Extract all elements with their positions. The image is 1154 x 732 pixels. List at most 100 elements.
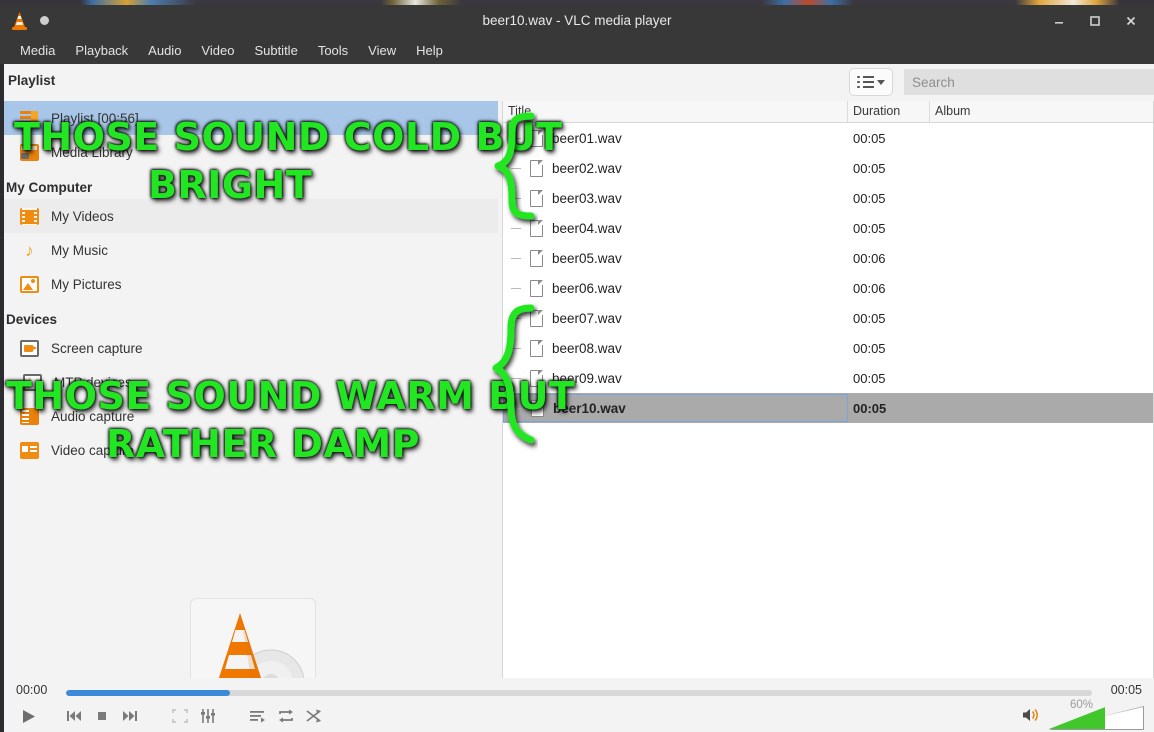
minimize-button[interactable]: [1051, 13, 1067, 29]
table-row[interactable]: beer02.wav 00:05: [503, 153, 1153, 183]
menu-playback[interactable]: Playback: [65, 40, 138, 61]
next-button[interactable]: [116, 703, 144, 729]
search-input[interactable]: [904, 69, 1154, 95]
row-duration: 00:05: [853, 400, 887, 416]
media-library-icon: [20, 143, 39, 161]
volume-slider[interactable]: 60%: [1048, 699, 1144, 730]
volume-area: 60%: [1022, 699, 1144, 730]
loop-button[interactable]: [272, 703, 300, 729]
menu-view[interactable]: View: [358, 40, 406, 61]
row-duration: 00:05: [853, 160, 886, 176]
record-dot-icon: [40, 16, 49, 25]
window-controls: [1051, 13, 1154, 29]
sidebar: Playlist [00:56] Media Library My Comput…: [4, 101, 498, 732]
sidebar-item-mtp-devices[interactable]: MTP devices: [4, 365, 498, 399]
menu-help[interactable]: Help: [406, 40, 453, 61]
close-button[interactable]: [1123, 13, 1139, 29]
maximize-button[interactable]: [1087, 13, 1103, 29]
row-title: beer09.wav: [552, 370, 622, 386]
stop-button[interactable]: [88, 703, 116, 729]
total-time: 00:05: [1110, 683, 1142, 697]
previous-button[interactable]: [60, 703, 88, 729]
video-capture-icon: [20, 441, 39, 459]
tree-branch-icon: [512, 407, 522, 409]
table-row[interactable]: beer05.wav 00:06: [503, 243, 1153, 273]
playlist-icon: [20, 110, 39, 127]
sidebar-item-label: Playlist [00:56]: [51, 110, 139, 126]
playlist-header-bar: Playlist: [4, 64, 1154, 101]
menu-audio[interactable]: Audio: [138, 40, 191, 61]
shuffle-button[interactable]: [300, 703, 328, 729]
tree-branch-icon: [511, 197, 521, 199]
tree-branch-icon: [511, 287, 521, 289]
sidebar-item-my-videos[interactable]: My Videos: [4, 199, 498, 233]
table-header-row: Title Duration Album: [503, 101, 1153, 123]
view-mode-button[interactable]: [849, 68, 893, 96]
tree-branch-icon: [511, 347, 521, 349]
window-title: beer10.wav - VLC media player: [482, 13, 672, 28]
menu-tools[interactable]: Tools: [308, 40, 358, 61]
sidebar-item-screen-capture[interactable]: Screen capture: [4, 331, 498, 365]
sidebar-item-playlist[interactable]: Playlist [00:56]: [4, 101, 498, 135]
row-duration: 00:05: [853, 370, 886, 386]
row-title: beer05.wav: [552, 250, 622, 266]
file-icon: [530, 339, 543, 357]
column-header-title[interactable]: Title: [503, 101, 848, 123]
table-row[interactable]: beer01.wav 00:05: [503, 123, 1153, 153]
file-icon: [530, 279, 543, 297]
column-header-album[interactable]: Album: [930, 101, 1153, 123]
sidebar-item-label: Video capture: [51, 442, 135, 458]
tree-branch-icon: [511, 257, 521, 259]
file-icon: [530, 159, 543, 177]
row-title: beer07.wav: [552, 310, 622, 326]
row-duration: 00:05: [853, 220, 886, 236]
tree-branch-icon: [511, 137, 521, 139]
extended-settings-button[interactable]: [194, 703, 222, 729]
row-duration: 00:06: [853, 280, 886, 296]
sidebar-item-my-music[interactable]: ♪ My Music: [4, 233, 498, 267]
vlc-cone-icon: [9, 11, 30, 31]
tree-branch-icon: [511, 227, 521, 229]
title-bar: beer10.wav - VLC media player: [0, 5, 1154, 36]
picture-icon: [20, 275, 39, 293]
playlist-table: Title Duration Album beer01.wav 00:05 be…: [502, 101, 1154, 732]
sidebar-item-label: MTP devices: [54, 374, 132, 390]
table-row[interactable]: beer07.wav 00:05: [503, 303, 1153, 333]
table-row[interactable]: beer03.wav 00:05: [503, 183, 1153, 213]
file-icon: [530, 219, 543, 237]
sidebar-item-label: Media Library: [51, 144, 133, 160]
tree-branch-icon: [511, 317, 521, 319]
sidebar-item-label: Screen capture: [51, 340, 143, 356]
file-icon: [530, 309, 543, 327]
transport-bar: 00:00 00:05 60%: [0, 678, 1154, 732]
table-row[interactable]: beer09.wav 00:05: [503, 363, 1153, 393]
menu-media[interactable]: Media: [10, 40, 65, 61]
table-row[interactable]: beer08.wav 00:05: [503, 333, 1153, 363]
table-row-selected[interactable]: beer10.wav 00:05: [503, 393, 1153, 423]
seek-row: 00:00 00:05: [4, 678, 1154, 700]
table-row[interactable]: beer06.wav 00:06: [503, 273, 1153, 303]
row-title: beer01.wav: [552, 130, 622, 146]
mtp-device-icon: [23, 373, 42, 391]
row-title: beer04.wav: [552, 220, 622, 236]
column-header-duration[interactable]: Duration: [848, 101, 930, 123]
sidebar-item-audio-capture[interactable]: Audio capture: [4, 399, 498, 433]
elapsed-time: 00:00: [16, 683, 48, 697]
seek-slider[interactable]: [66, 690, 1092, 696]
row-title: beer06.wav: [552, 280, 622, 296]
fullscreen-button[interactable]: [166, 703, 194, 729]
menu-subtitle[interactable]: Subtitle: [244, 40, 307, 61]
sidebar-item-media-library[interactable]: Media Library: [4, 135, 498, 169]
menu-video[interactable]: Video: [191, 40, 244, 61]
row-title: beer08.wav: [552, 340, 622, 356]
sidebar-item-my-pictures[interactable]: My Pictures: [4, 267, 498, 301]
play-button[interactable]: [12, 702, 44, 730]
tree-branch-icon: [511, 377, 521, 379]
speaker-icon[interactable]: [1022, 707, 1042, 727]
volume-percent-label: 60%: [1070, 699, 1094, 711]
sidebar-item-video-capture[interactable]: Video capture: [4, 433, 498, 467]
sidebar-group-my-computer: My Computer: [6, 180, 93, 195]
table-row[interactable]: beer04.wav 00:05: [503, 213, 1153, 243]
toggle-playlist-button[interactable]: [244, 703, 272, 729]
chevron-down-icon: [876, 79, 885, 85]
